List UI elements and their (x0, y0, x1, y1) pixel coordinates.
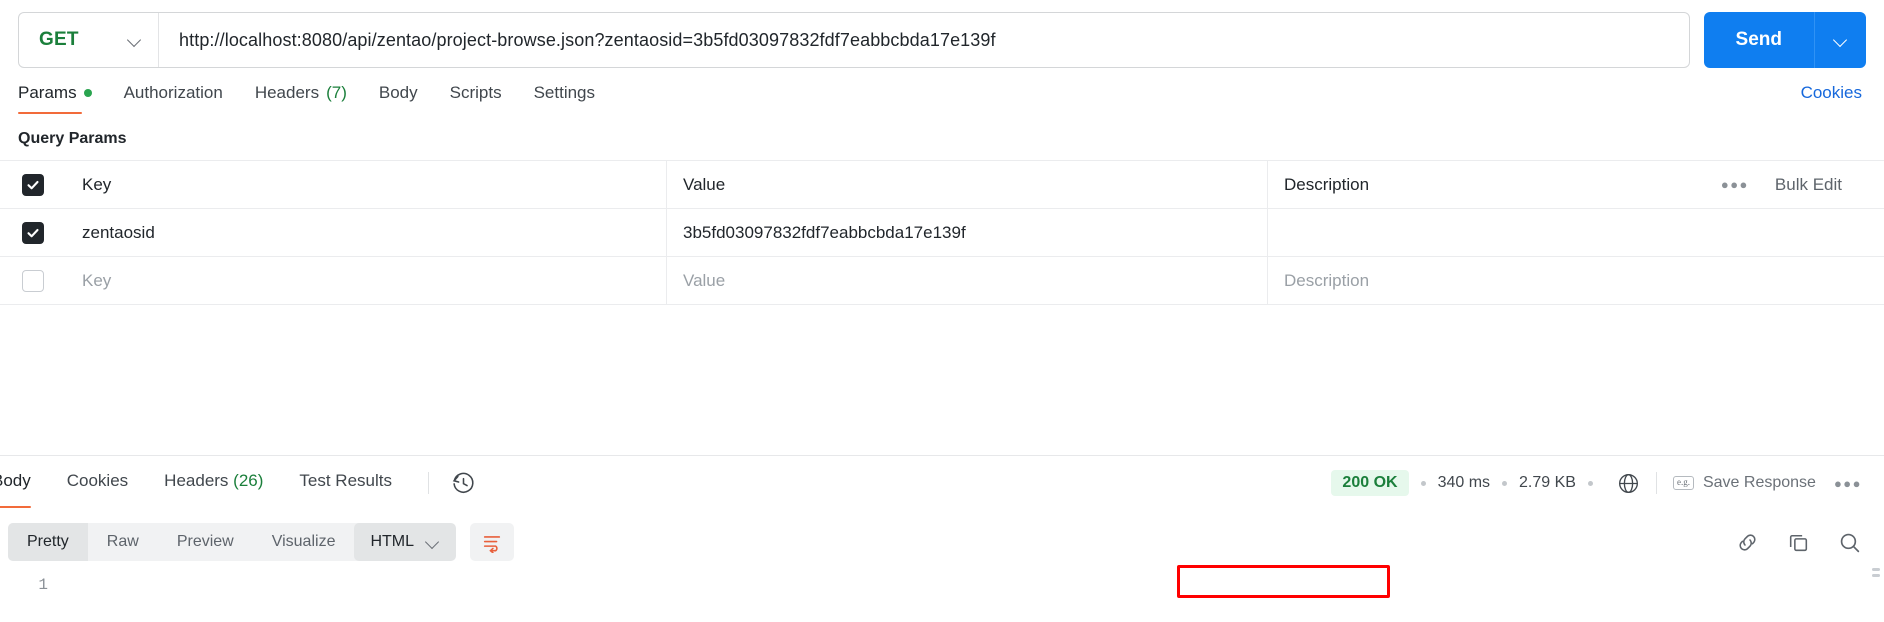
search-icon[interactable] (1837, 530, 1862, 555)
tab-params[interactable]: Params (18, 83, 114, 114)
format-tab-visualize[interactable]: Visualize (253, 523, 355, 561)
tab-authorization-label: Authorization (123, 83, 223, 102)
new-param-key-input[interactable]: Key (66, 257, 667, 304)
column-header-description-cell: Description ●●● Bulk Edit (1268, 161, 1884, 208)
response-body-viewer[interactable]: 1 {"status":"success","data":"{\"title\"… (0, 566, 1884, 622)
table-row: zentaosid 3b5fd03097832fdf7eabbcbda17e13… (0, 209, 1884, 257)
response-tab-body[interactable]: Body (0, 471, 31, 508)
new-param-value-input[interactable]: Value (667, 257, 1268, 304)
row-select-cell (0, 209, 66, 256)
status-badge: 200 OK (1331, 470, 1409, 496)
response-tab-cookies-label: Cookies (66, 471, 129, 490)
query-params-table: Key Value Description ●●● Bulk Edit zent… (0, 160, 1884, 305)
response-tab-cookies[interactable]: Cookies (67, 471, 128, 495)
save-response-label: Save Response (1702, 474, 1816, 491)
select-all-cell (0, 161, 66, 208)
response-time: 340 ms (1437, 474, 1491, 491)
more-options-icon[interactable]: ●●● (1721, 177, 1749, 192)
param-description-input[interactable] (1268, 209, 1884, 256)
response-tab-test-results[interactable]: Test Results (299, 471, 392, 495)
meta-separator-dot (1502, 480, 1508, 486)
wrap-lines-icon[interactable] (470, 523, 515, 561)
row-select-cell (0, 257, 66, 304)
history-clock-icon[interactable] (451, 471, 476, 496)
response-meta: 200 OK 340 ms 2.79 KB e.g. Save Response… (1331, 470, 1884, 496)
postman-window: GET http://localhost:8080/api/zentao/pro… (0, 0, 1884, 622)
column-header-key: Key (66, 161, 667, 208)
tab-params-label: Params (18, 83, 77, 102)
tab-headers-count: (7) (326, 83, 347, 102)
tab-body[interactable]: Body (379, 83, 440, 114)
response-tab-headers[interactable]: Headers (26) (164, 471, 263, 495)
more-options-icon[interactable]: ●●● (1834, 476, 1862, 491)
url-input[interactable]: http://localhost:8080/api/zentao/project… (159, 13, 1689, 67)
table-header-row: Key Value Description ●●● Bulk Edit (0, 161, 1884, 209)
format-segment-group: Pretty Raw Preview Visualize HTML (8, 523, 457, 561)
chevron-down-icon (426, 535, 440, 549)
column-header-description: Description (1284, 174, 1370, 194)
tab-headers[interactable]: Headers (7) (255, 83, 369, 114)
chevron-down-icon (1834, 33, 1848, 47)
save-response-button[interactable]: e.g. Save Response (1672, 474, 1816, 492)
tab-settings-label: Settings (533, 83, 596, 102)
request-tabs: Params Authorization Headers (7) Body Sc… (0, 72, 1884, 114)
cookies-link[interactable]: Cookies (1801, 83, 1862, 103)
check-icon (27, 180, 39, 189)
response-tab-headers-label: Headers (164, 471, 229, 490)
tab-scripts-label: Scripts (449, 83, 502, 102)
globe-icon[interactable] (1617, 472, 1640, 495)
tab-headers-label: Headers (254, 83, 320, 102)
select-all-checkbox[interactable] (22, 173, 44, 196)
eg-badge-icon: e.g. (1672, 476, 1694, 490)
chevron-down-icon (128, 33, 142, 47)
response-tabs: Body Cookies Headers (26) Test Results 2… (0, 456, 1884, 510)
tab-body-label: Body (378, 83, 418, 102)
row-checkbox[interactable] (22, 269, 44, 292)
param-key-input[interactable]: zentaosid (66, 209, 667, 256)
send-group: Send (1703, 12, 1866, 68)
toolbar-divider (1655, 472, 1657, 494)
row-checkbox[interactable] (22, 221, 44, 244)
bulk-edit-button[interactable]: Bulk Edit (1775, 175, 1842, 195)
line-number: 1 (38, 576, 48, 594)
toolbar-divider (428, 472, 429, 494)
format-tab-preview[interactable]: Preview (158, 523, 253, 561)
query-params-title: Query Params (18, 130, 127, 147)
check-icon (27, 228, 39, 237)
meta-separator-dot (1587, 480, 1593, 486)
scrollbar-markers[interactable] (1872, 568, 1880, 580)
new-param-description-input[interactable]: Description (1268, 257, 1884, 304)
link-icon[interactable] (1735, 530, 1760, 555)
response-size: 2.79 KB (1519, 474, 1576, 491)
tab-scripts[interactable]: Scripts (450, 83, 524, 114)
url-bar: GET http://localhost:8080/api/zentao/pro… (0, 0, 1884, 72)
method-url-group: GET http://localhost:8080/api/zentao/pro… (18, 12, 1690, 68)
copy-icon[interactable] (1786, 530, 1811, 555)
meta-separator-dot (1420, 480, 1426, 486)
table-row: Key Value Description (0, 257, 1884, 305)
http-method-select[interactable]: GET (19, 13, 159, 67)
http-method-label: GET (39, 29, 79, 50)
format-tab-pretty[interactable]: Pretty (8, 523, 88, 561)
column-header-value: Value (667, 161, 1268, 208)
response-format-toolbar: Pretty Raw Preview Visualize HTML (0, 518, 1884, 566)
send-button[interactable]: Send (1703, 12, 1814, 68)
tab-authorization[interactable]: Authorization (124, 83, 245, 114)
response-actions (1735, 530, 1884, 555)
code-content: {"status":"success","data":"{\"title\":\… (62, 572, 1884, 622)
response-tab-headers-count: (26) (233, 471, 264, 490)
format-tab-raw[interactable]: Raw (88, 523, 158, 561)
send-options-button[interactable] (1814, 12, 1866, 68)
response-tab-test-results-label: Test Results (299, 471, 392, 490)
param-value-input[interactable]: 3b5fd03097832fdf7eabbcbda17e139f (667, 209, 1268, 256)
tab-settings[interactable]: Settings (534, 83, 617, 114)
params-modified-dot (83, 89, 92, 97)
content-type-select[interactable]: HTML (354, 523, 457, 561)
response-tab-body-label: Body (0, 471, 31, 490)
content-type-label: HTML (370, 533, 415, 550)
